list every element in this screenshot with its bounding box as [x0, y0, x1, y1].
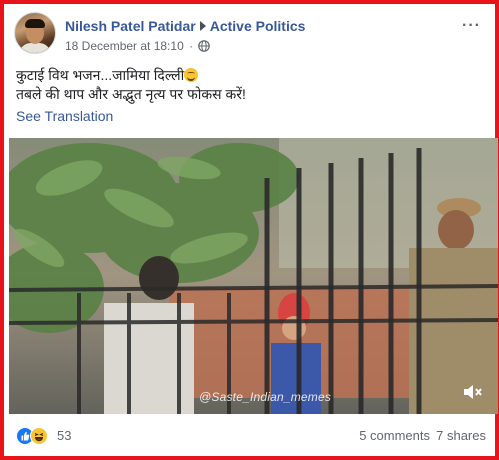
post-text-line-2: तबले की थाप और अद्भुत नृत्य पर फोकस करें… — [16, 86, 246, 102]
group-name-link[interactable]: Active Politics — [210, 18, 306, 34]
shared-to-arrow-icon — [199, 21, 206, 31]
reaction-count[interactable]: 53 — [57, 428, 71, 443]
video-player[interactable]: @Saste_Indian_memes — [9, 138, 498, 414]
author-avatar[interactable] — [14, 12, 56, 54]
timestamp-link[interactable]: 18 December at 18:10 — [65, 39, 184, 53]
author-name-link[interactable]: Nilesh Patel Patidar — [65, 18, 196, 34]
post-card: Nilesh Patel Patidar Active Politics 18 D… — [0, 0, 499, 460]
see-translation-link[interactable]: See Translation — [16, 108, 113, 124]
post-text: कुटाई विथ भजन...जामिया दिल्ली तबले की था… — [16, 66, 246, 104]
post-meta: 18 December at 18:10 · — [65, 39, 211, 53]
post-text-line-1: कुटाई विथ भजन...जामिया दिल्ली — [16, 67, 185, 83]
meta-separator: · — [189, 39, 194, 53]
post-footer: 53 5 comments 7 shares — [9, 414, 490, 458]
speaker-muted-icon[interactable] — [460, 380, 484, 404]
globe-icon[interactable] — [198, 40, 211, 52]
video-watermark: @Saste_Indian_memes — [199, 390, 332, 404]
haha-reaction-icon — [30, 427, 48, 445]
video-frame — [9, 138, 498, 414]
post-header: Nilesh Patel Patidar Active Politics — [65, 18, 305, 34]
comments-count-link[interactable]: 5 comments — [359, 428, 430, 443]
avatar-hair — [25, 19, 45, 28]
smiling-face-emoji-icon — [184, 68, 199, 82]
more-options-button[interactable]: ··· — [462, 17, 481, 35]
shares-count-link[interactable]: 7 shares — [436, 428, 486, 443]
avatar-shirt — [19, 43, 51, 53]
